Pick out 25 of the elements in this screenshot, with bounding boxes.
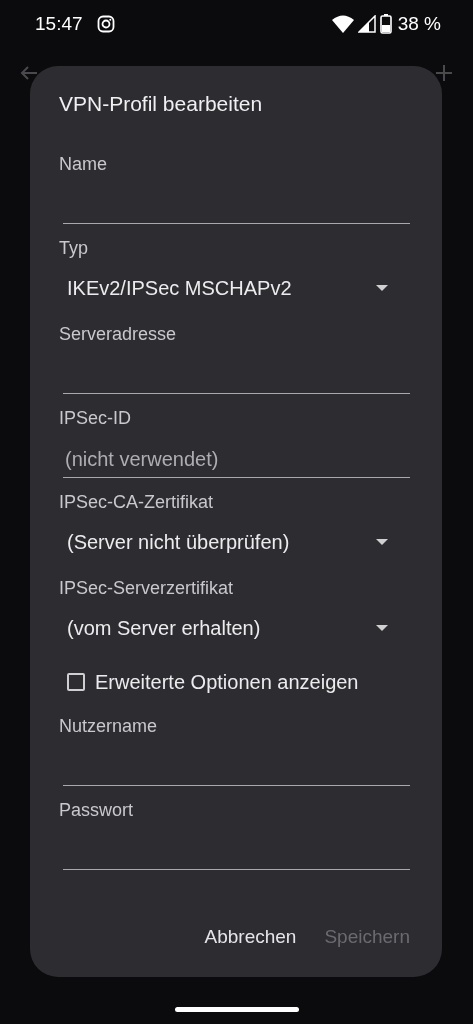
dropdown-caret-icon [376,285,388,291]
dropdown-caret-icon [376,539,388,545]
field-label: Serveradresse [59,323,178,346]
field-label: IPSec-Serverzertifikat [59,577,235,600]
field-label: Typ [59,237,89,260]
dialog-button[interactable]: Abbrechen [204,914,297,959]
battery-percentage: 38 % [397,11,441,36]
battery-icon [379,14,392,34]
field-label: IPSec-ID [59,407,133,430]
wifi-icon [331,15,354,33]
camera-app-icon [96,15,115,33]
field-label: Nutzername [59,715,159,738]
input-field[interactable]: (nicht verwendet) [63,440,410,478]
dialog-title: VPN-Profil bearbeiten [59,91,264,117]
dropdown-select[interactable]: (Server nicht überprüfen) [59,520,410,564]
signal-icon [357,15,376,33]
checkbox-option[interactable]: Erweiterte Optionen anzeigen [59,662,410,702]
status-time: 15:47 [35,11,83,36]
field-label: Passwort [59,799,135,822]
dropdown-caret-icon [376,625,388,631]
dropdown-select[interactable]: (vom Server erhalten) [59,606,410,650]
field-label: IPSec-CA-Zertifikat [59,491,215,514]
field-label: Name [59,153,108,176]
dropdown-select[interactable]: IKEv2/IPSec MSCHAPv2 [59,266,410,310]
checkbox[interactable] [67,673,85,691]
